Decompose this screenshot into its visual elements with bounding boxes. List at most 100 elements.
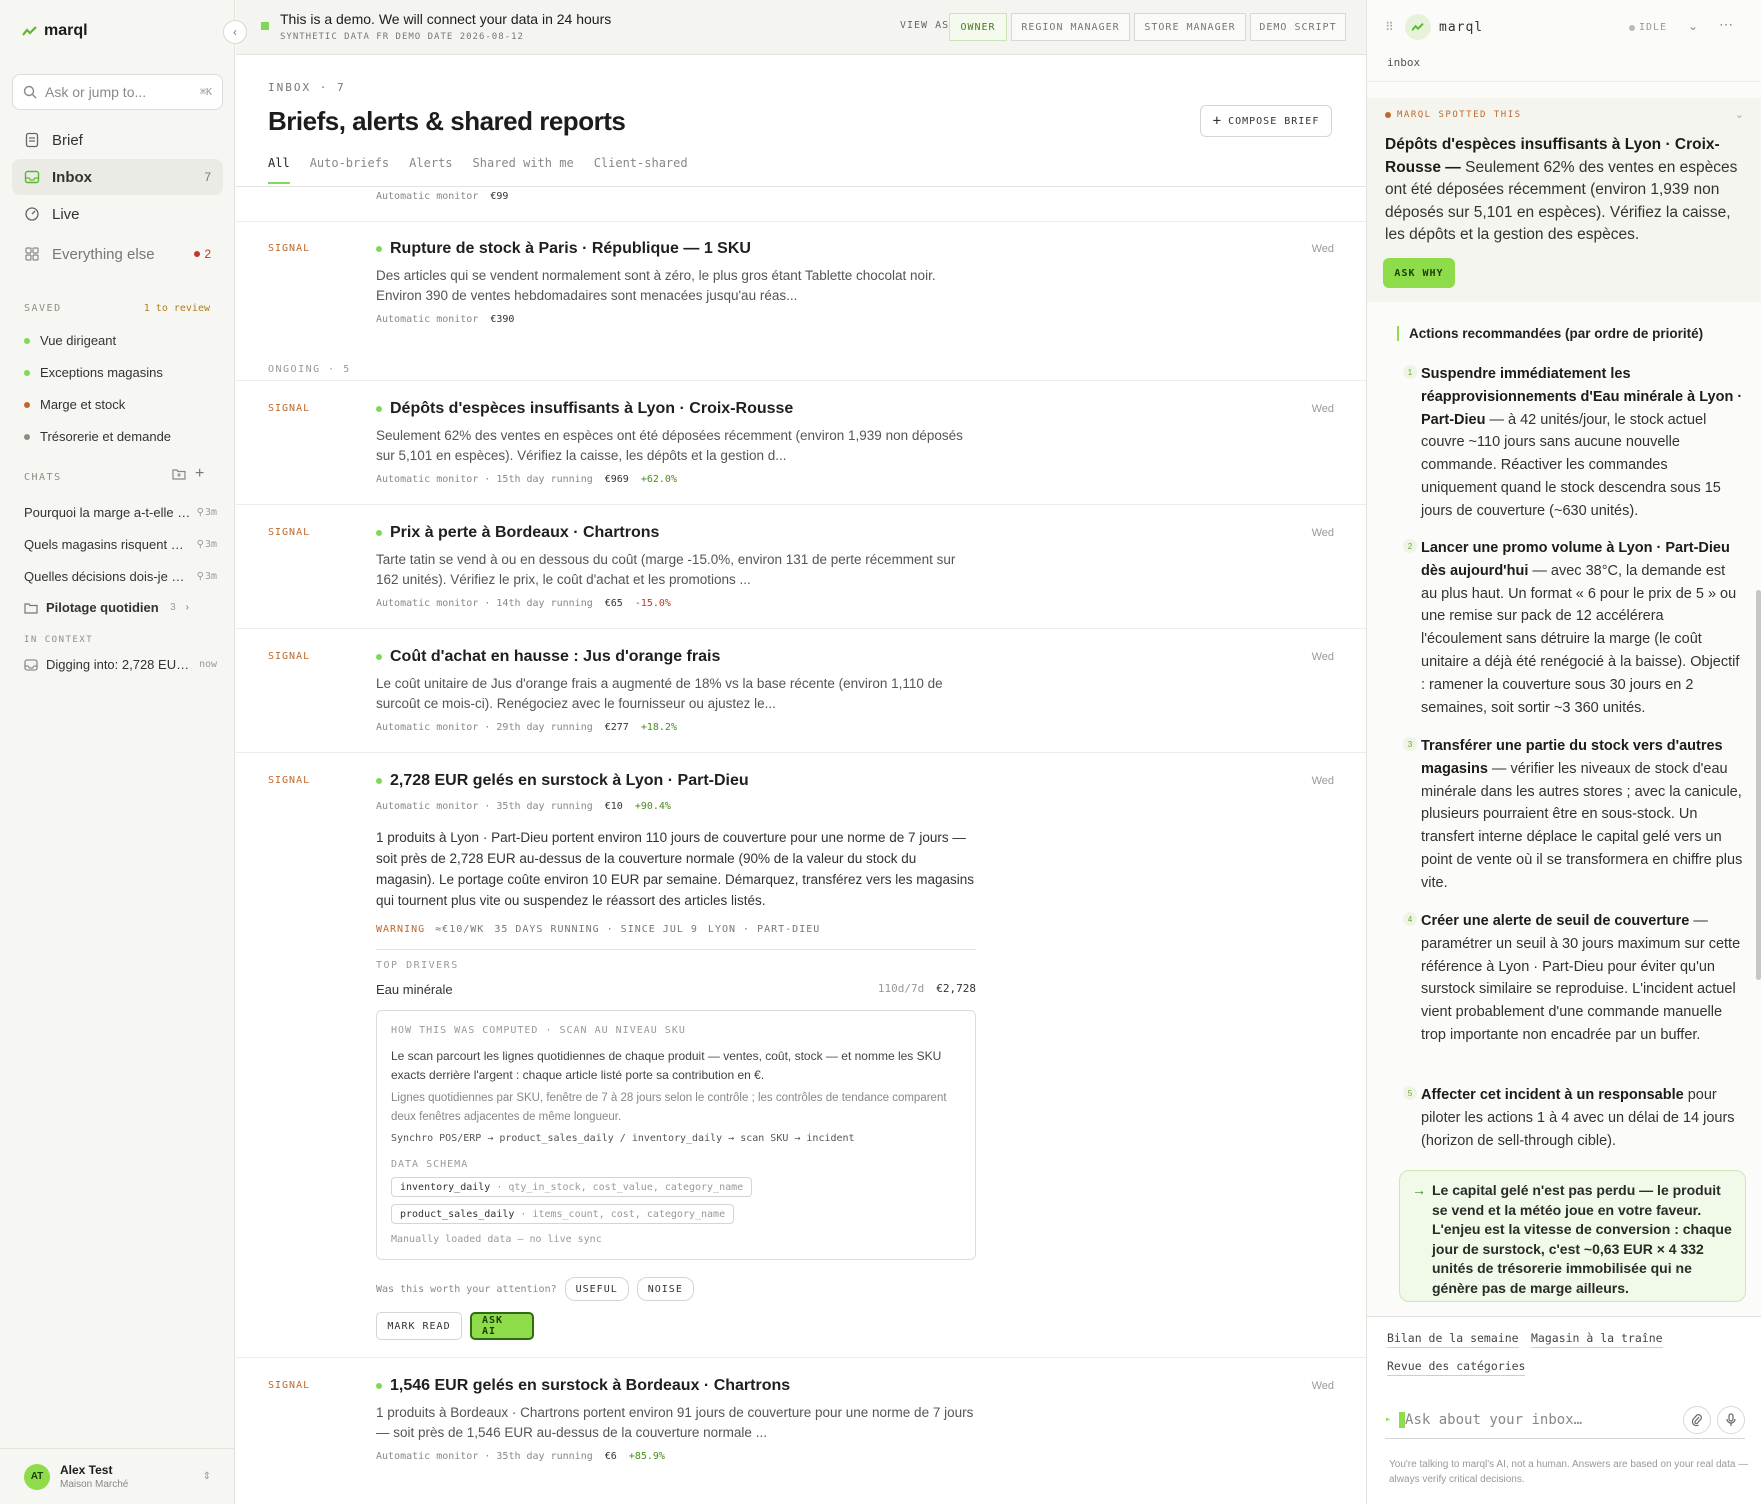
assistant-status: IDLE: [1629, 22, 1667, 33]
tab-client-shared[interactable]: Client-shared: [594, 156, 688, 184]
recommendations-title: Actions recommandées (par ordre de prior…: [1397, 326, 1703, 341]
item-day: Wed: [1311, 403, 1334, 415]
collapse-icon[interactable]: ⌄: [1735, 108, 1744, 121]
tab-all[interactable]: All: [268, 156, 290, 184]
item-day: Wed: [1311, 243, 1334, 255]
nav-everything-else-label: Everything else: [52, 245, 155, 263]
grid-icon: [25, 247, 39, 261]
saved-item[interactable]: Marge et stock: [24, 397, 125, 412]
suggestion-chip[interactable]: Revue des catégories: [1387, 1359, 1526, 1376]
inbox-icon: [24, 170, 40, 184]
item-title[interactable]: 2,728 EUR gelés en surstock à Lyon · Par…: [376, 772, 749, 790]
status-dot: [24, 433, 30, 440]
signal-tag: SIGNAL: [268, 1380, 311, 1391]
tab-alerts[interactable]: Alerts: [409, 156, 452, 184]
nav-inbox[interactable]: Inbox 7: [12, 159, 223, 195]
chat-item[interactable]: Quels magasins risquent une rupture⚲3m: [24, 537, 217, 552]
ask-why-button[interactable]: ASK WHY: [1383, 258, 1455, 288]
role-owner-button[interactable]: OWNER: [949, 13, 1007, 41]
item-day: Wed: [1311, 1380, 1334, 1392]
user-menu[interactable]: AT Alex Test Maison Marché ⇕: [0, 1448, 235, 1504]
attach-icon[interactable]: [1683, 1405, 1711, 1434]
demo-banner-title: This is a demo. We will connect your dat…: [280, 11, 612, 27]
demo-indicator: [261, 22, 269, 30]
item-title[interactable]: Coût d'achat en hausse : Jus d'orange fr…: [376, 648, 720, 666]
tab-auto-briefs[interactable]: Auto-briefs: [310, 156, 389, 184]
microphone-icon[interactable]: [1717, 1405, 1745, 1434]
item-title[interactable]: Dépôts d'espèces insuffisants à Lyon · C…: [376, 400, 793, 418]
search-input[interactable]: Ask or jump to... ⌘K: [12, 74, 223, 110]
inbox-tabs: All Auto-briefs Alerts Shared with me Cl…: [268, 156, 688, 184]
app-logo[interactable]: marql: [22, 22, 88, 40]
gauge-icon: [25, 207, 39, 221]
chat-item[interactable]: Pourquoi la marge a-t-elle baissé⚲3m: [24, 505, 217, 520]
item-meta: Automatic monitor €390: [376, 314, 515, 325]
saved-item[interactable]: Vue dirigeant: [24, 333, 116, 348]
chat-input[interactable]: ▸ Ask about your inbox…: [1385, 1401, 1745, 1439]
pin-icon: ⚲: [196, 507, 204, 518]
chat-item[interactable]: Quelles décisions dois-je prendre⚲3m: [24, 569, 217, 584]
demo-script-button[interactable]: DEMO SCRIPT: [1250, 13, 1346, 41]
useful-button[interactable]: USEFUL: [564, 1277, 629, 1301]
divider: [376, 949, 976, 950]
saved-label: SAVED: [24, 303, 62, 314]
chat-folder[interactable]: Pilotage quotidien 3 ›: [24, 600, 189, 615]
item-body: Le coût unitaire de Jus d'orange frais a…: [376, 676, 943, 711]
item-meta: Automatic monitor · 35th day running €10 +…: [376, 801, 671, 812]
status-dot: [24, 337, 30, 344]
suggestion-chip[interactable]: Magasin à la traîne: [1531, 1331, 1663, 1348]
spotted-text: Dépôts d'espèces insuffisants à Lyon · C…: [1385, 136, 1738, 243]
chat-input-placeholder: Ask about your inbox…: [1405, 1411, 1583, 1428]
nav-live[interactable]: Live: [12, 196, 223, 232]
suggestion-chip[interactable]: Bilan de la semaine: [1387, 1331, 1519, 1348]
item-meta: Automatic monitor · 29th day running €277…: [376, 722, 677, 733]
ask-ai-button[interactable]: ASK AI: [470, 1312, 534, 1340]
new-chat-icon[interactable]: +: [195, 465, 204, 483]
mark-read-button[interactable]: MARK READ: [376, 1312, 462, 1340]
inbox-eyebrow: INBOX · 7: [268, 81, 346, 94]
role-store-manager-button[interactable]: STORE MANAGER: [1134, 13, 1246, 41]
role-region-manager-button[interactable]: REGION MANAGER: [1011, 13, 1130, 41]
more-options-icon[interactable]: ⋯: [1719, 16, 1733, 33]
assistant-context: inbox: [1387, 56, 1421, 69]
prompt-icon: ▸: [1385, 1414, 1392, 1425]
new-folder-icon[interactable]: [172, 468, 186, 483]
driver-row: Eau minérale 110d/7d €2,728: [376, 982, 976, 997]
item-title[interactable]: Prix à perte à Bordeaux · Chartrons: [376, 524, 659, 542]
item-title[interactable]: 1,546 EUR gelés en surstock à Bordeaux ·…: [376, 1377, 790, 1395]
assistant-panel: ⠿ marql IDLE ⌄ ⋯ inbox MARQL SPOTTED THI…: [1366, 0, 1761, 1504]
status-dot: [24, 369, 30, 376]
document-icon: [25, 132, 39, 148]
divider: [236, 1357, 1366, 1358]
divider: [236, 504, 1366, 505]
sidebar: marql Ask or jump to... ⌘K Brief Inbox 7…: [0, 0, 235, 1504]
plus-icon: +: [1212, 113, 1223, 129]
item-day: Wed: [1311, 775, 1334, 787]
signal-tag: SIGNAL: [268, 403, 311, 414]
nav-brief[interactable]: Brief: [12, 122, 223, 158]
saved-item[interactable]: Trésorerie et demande: [24, 429, 171, 444]
schema-chip: inventory_daily · qty_in_stock, cost_valu…: [391, 1177, 753, 1197]
user-name: Alex Test: [60, 1463, 113, 1477]
item-title[interactable]: Rupture de stock à Paris · République — …: [376, 240, 751, 258]
signal-tag: SIGNAL: [268, 527, 311, 538]
tab-shared-with-me[interactable]: Shared with me: [473, 156, 574, 184]
collapse-sidebar-button[interactable]: ‹: [223, 20, 247, 44]
spotted-card: MARQL SPOTTED THIS ⌄ Dépôts d'espèces in…: [1367, 98, 1761, 302]
scrollbar[interactable]: [1756, 590, 1761, 980]
drag-handle-icon[interactable]: ⠿: [1385, 20, 1394, 34]
demo-banner: This is a demo. We will connect your dat…: [236, 0, 1366, 55]
saved-item[interactable]: Exceptions magasins: [24, 365, 163, 380]
chevron-down-icon[interactable]: ⌄: [1688, 19, 1698, 33]
context-chat-item[interactable]: Digging into: 2,728 EUR gelés now: [24, 657, 217, 672]
compose-brief-button[interactable]: + COMPOSE BRIEF: [1200, 105, 1332, 137]
arrow-right-icon: →: [1412, 1182, 1426, 1198]
signal-tag: SIGNAL: [268, 775, 311, 786]
item-body: Seulement 62% des ventes en espèces ont …: [376, 428, 963, 463]
folder-icon: [24, 602, 38, 614]
assistant-avatar: [1405, 14, 1431, 40]
saved-review-count[interactable]: 1 to review: [144, 303, 210, 314]
nav-everything-else[interactable]: Everything else 2: [12, 236, 223, 272]
noise-button[interactable]: NOISE: [636, 1277, 694, 1301]
feedback-row: Was this worth your attention? USEFUL NO…: [376, 1277, 694, 1301]
